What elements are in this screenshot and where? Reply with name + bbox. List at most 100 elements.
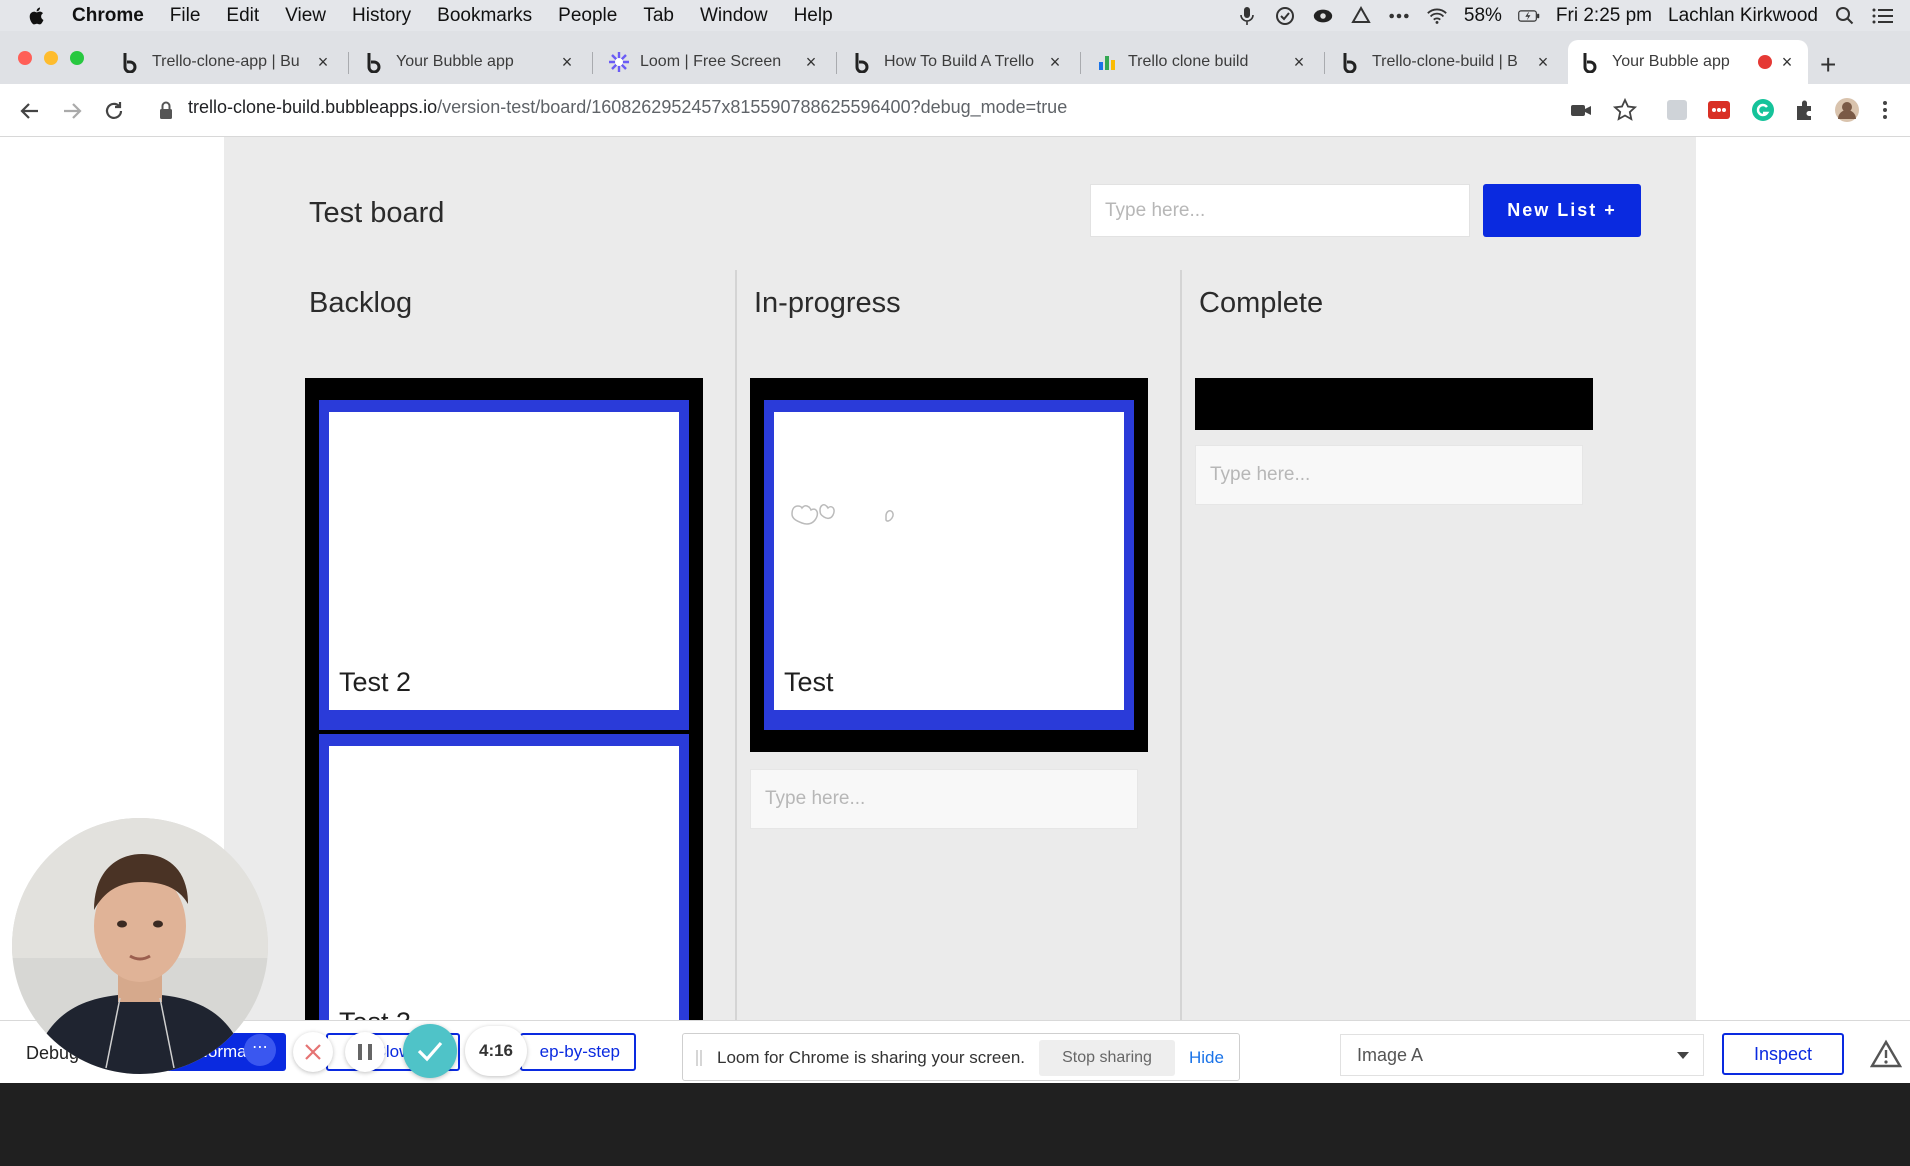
- forward-arrow-icon[interactable]: [58, 97, 86, 125]
- tab-your-bubble-app-1[interactable]: Your Bubble app ×: [352, 40, 588, 84]
- menu-view[interactable]: View: [285, 5, 326, 27]
- menubar-clock[interactable]: Fri 2:25 pm: [1556, 5, 1652, 27]
- new-list-input[interactable]: Type here...: [1090, 184, 1470, 237]
- menu-edit[interactable]: Edit: [226, 5, 259, 27]
- spotlight-search-icon[interactable]: [1834, 5, 1856, 27]
- creative-cloud-icon[interactable]: [1350, 5, 1372, 27]
- new-list-button[interactable]: New List +: [1483, 184, 1641, 237]
- notification-center-icon[interactable]: [1872, 5, 1894, 27]
- board-title: Test board: [309, 197, 445, 229]
- wifi-icon[interactable]: [1426, 5, 1448, 27]
- stop-sharing-button[interactable]: Stop sharing: [1039, 1040, 1175, 1076]
- menu-bookmarks[interactable]: Bookmarks: [437, 5, 532, 27]
- menu-window[interactable]: Window: [700, 5, 768, 27]
- bookmark-star-icon[interactable]: [1612, 97, 1638, 123]
- lock-icon[interactable]: [156, 97, 176, 125]
- menubar-user[interactable]: Lachlan Kirkwood: [1668, 5, 1818, 27]
- profile-avatar[interactable]: [1834, 97, 1860, 123]
- tab-close-icon[interactable]: ×: [558, 52, 576, 73]
- menu-people[interactable]: People: [558, 5, 617, 27]
- tab-loom[interactable]: Loom | Free Screen ×: [596, 40, 832, 84]
- warning-icon[interactable]: [1870, 1039, 1902, 1069]
- menu-tab[interactable]: Tab: [643, 5, 674, 27]
- webcam-presenter-image: [12, 818, 268, 1074]
- url-host: trello-clone-build.bubbleapps.io: [188, 97, 438, 117]
- screen-sharing-banner: Loom for Chrome is sharing your screen. …: [682, 1033, 1240, 1081]
- battery-charging-icon[interactable]: [1518, 5, 1540, 27]
- loom-pause-button[interactable]: [345, 1032, 385, 1072]
- new-tab-button[interactable]: +: [1820, 49, 1836, 81]
- tab-how-to-build-trello[interactable]: How To Build A Trello ×: [840, 40, 1076, 84]
- loom-cancel-button[interactable]: [293, 1032, 333, 1072]
- tab-close-icon[interactable]: ×: [1290, 52, 1308, 73]
- back-arrow-icon[interactable]: [16, 97, 44, 125]
- card-body: Test 3: [329, 746, 679, 1054]
- microphone-icon[interactable]: [1236, 5, 1258, 27]
- eye-icon[interactable]: [1312, 5, 1334, 27]
- grammarly-icon[interactable]: [1750, 97, 1776, 123]
- tab-trello-clone-app[interactable]: Trello-clone-app | Bu ×: [108, 40, 344, 84]
- drag-handle-icon[interactable]: [695, 1050, 703, 1066]
- list-title-in-progress: In-progress: [754, 287, 901, 319]
- tab-close-icon[interactable]: ×: [1534, 52, 1552, 73]
- window-zoom-button[interactable]: [70, 51, 84, 65]
- card-body: Test: [774, 412, 1124, 710]
- card[interactable]: Test: [764, 400, 1134, 730]
- menu-file[interactable]: File: [170, 5, 201, 27]
- tab-separator: [1080, 52, 1081, 74]
- battery-percent: 58%: [1463, 4, 1502, 26]
- chrome-menu-icon[interactable]: [1878, 97, 1892, 123]
- vpn-status-icon[interactable]: [1274, 5, 1296, 27]
- window-close-button[interactable]: [18, 51, 32, 65]
- reload-icon[interactable]: [100, 97, 128, 125]
- tab-trello-clone-build[interactable]: Trello-clone-build | B ×: [1328, 40, 1564, 84]
- screen: Chrome File Edit View History Bookmarks …: [0, 0, 1910, 1166]
- browser-tab-strip: Trello-clone-app | Bu × Your Bubble app …: [0, 31, 1910, 84]
- menu-help[interactable]: Help: [794, 5, 833, 27]
- hide-banner-button[interactable]: Hide: [1189, 1048, 1224, 1068]
- new-card-input-complete[interactable]: Type here...: [1195, 445, 1583, 505]
- card[interactable]: Test 2: [319, 400, 689, 730]
- card[interactable]: Test 3: [319, 734, 689, 1054]
- list-title-backlog: Backlog: [309, 287, 413, 319]
- tab-close-icon[interactable]: ×: [314, 52, 332, 73]
- loom-more-options-button[interactable]: ⋯: [244, 1034, 276, 1066]
- loom-finish-button[interactable]: [403, 1024, 457, 1078]
- element-select-dropdown[interactable]: Image A: [1340, 1034, 1704, 1076]
- tab-close-icon[interactable]: ×: [1778, 52, 1796, 73]
- list-divider: [1180, 270, 1182, 1020]
- list-complete-cards: [1195, 378, 1593, 430]
- recording-indicator-icon: [1758, 55, 1772, 69]
- tab-title: Trello-clone-app | Bu: [152, 53, 300, 70]
- bubble-icon: [120, 51, 142, 73]
- window-minimize-button[interactable]: [44, 51, 58, 65]
- tab-trello-clone-build-sheet[interactable]: Trello clone build ×: [1084, 40, 1320, 84]
- extensions-puzzle-icon[interactable]: [1792, 97, 1818, 123]
- loom-webcam-bubble[interactable]: [12, 818, 268, 1074]
- menu-app-name[interactable]: Chrome: [72, 5, 144, 27]
- tab-title: Your Bubble app: [1612, 53, 1730, 70]
- bubble-icon: [1580, 51, 1602, 73]
- list-in-progress-cards: Test: [750, 378, 1148, 752]
- menubar-status-area: 58% Fri 2:25 pm Lachlan Kirkwood: [1236, 0, 1894, 31]
- extension-red-icon[interactable]: [1706, 97, 1732, 123]
- tab-close-icon[interactable]: ×: [802, 52, 820, 73]
- menu-history[interactable]: History: [352, 5, 411, 27]
- apple-icon[interactable]: [26, 5, 48, 27]
- close-icon: [305, 1044, 321, 1060]
- list-title-complete: Complete: [1199, 287, 1324, 319]
- tab-your-bubble-app-active[interactable]: Your Bubble app ×: [1568, 40, 1808, 84]
- sheets-chart-icon: [1096, 51, 1118, 73]
- bubble-page: Test board Type here... New List + Backl…: [0, 137, 1910, 1054]
- inspect-button[interactable]: Inspect: [1722, 1033, 1844, 1075]
- extension-grey-icon[interactable]: [1664, 97, 1690, 123]
- url-path: /version-test/board/1608262952457x815590…: [437, 97, 1068, 117]
- list-divider: [735, 270, 737, 1020]
- more-dots-icon[interactable]: [1388, 5, 1410, 27]
- url-field[interactable]: trello-clone-build.bubbleapps.io/version…: [188, 97, 1067, 118]
- camera-icon[interactable]: [1568, 97, 1594, 123]
- tab-title: Your Bubble app: [396, 53, 514, 70]
- new-card-input-in-progress[interactable]: Type here...: [750, 769, 1138, 829]
- tab-close-icon[interactable]: ×: [1046, 52, 1064, 73]
- board-container: Test board Type here... New List + Backl…: [224, 137, 1696, 1054]
